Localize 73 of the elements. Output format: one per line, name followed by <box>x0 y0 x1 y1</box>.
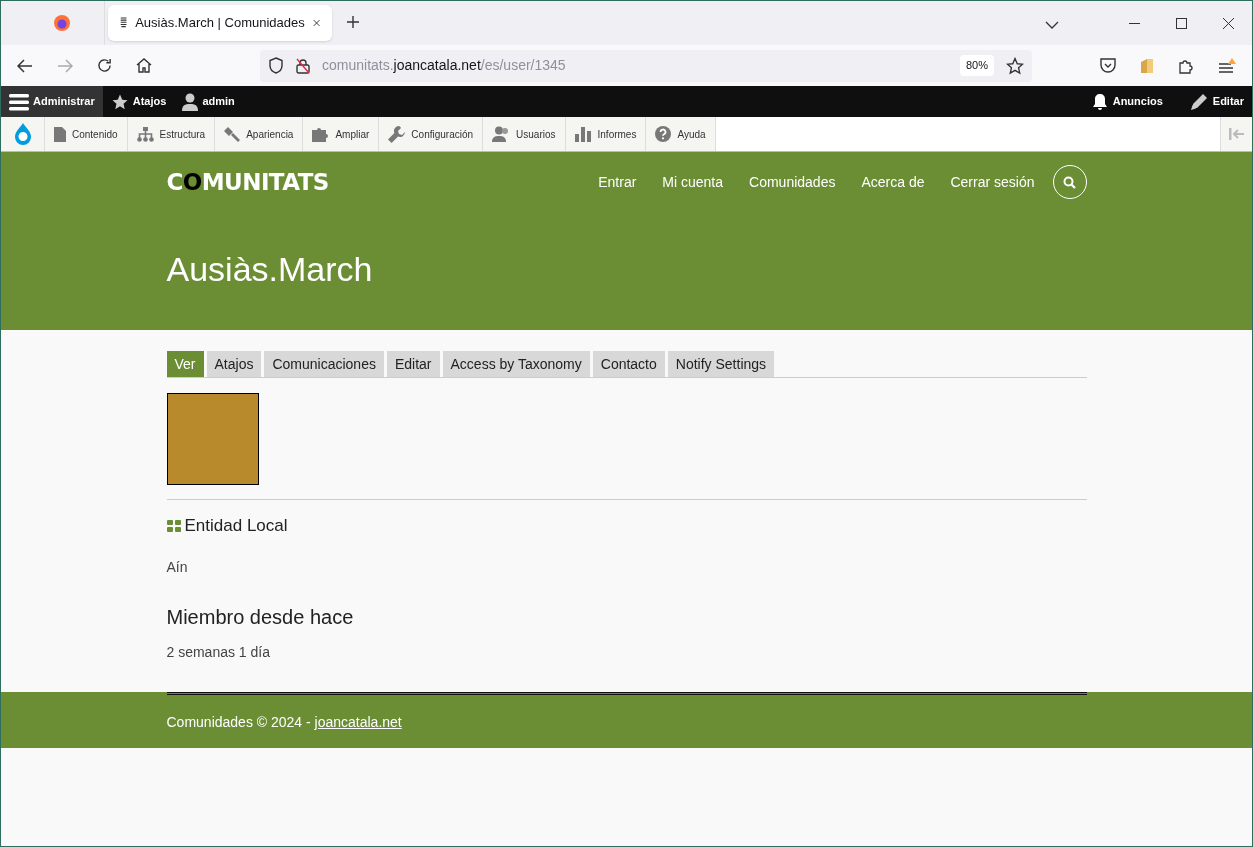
admin-menu-item[interactable]: Contenido <box>45 117 128 151</box>
url-text: comunitats.joancatala.net/es/user/1345 <box>322 56 567 75</box>
toolbar-label: Atajos <box>132 94 167 110</box>
field-value: 2 semanas 1 día <box>166 642 271 662</box>
insecure-lock-icon[interactable] <box>296 57 310 74</box>
maximize-icon[interactable] <box>1176 18 1187 29</box>
nav-link[interactable]: Comunidades <box>749 171 836 193</box>
admin-menu-item[interactable]: Configuración <box>379 117 484 151</box>
hierarchy-icon <box>136 126 154 142</box>
zoom-level[interactable]: 80% <box>959 55 994 76</box>
field-value: Aín <box>166 557 189 577</box>
toolbar-label: Administrar <box>33 94 95 110</box>
help-icon <box>655 126 672 142</box>
tab[interactable]: Editar <box>386 351 440 377</box>
admin-toolbar-item[interactable]: Anuncios <box>1084 86 1171 117</box>
grid-icon <box>166 519 181 532</box>
admin-toolbar-item[interactable]: Atajos <box>102 86 175 117</box>
brush-icon <box>224 126 241 142</box>
tab[interactable]: Access by Taxonomy <box>442 351 590 377</box>
admin-menu-item[interactable]: Informes <box>565 117 647 151</box>
tab[interactable]: Ver <box>166 351 204 377</box>
menu-icon[interactable] <box>1218 57 1236 74</box>
bell-icon <box>1092 93 1107 110</box>
nav-link[interactable]: Mi cuenta <box>662 171 724 193</box>
users-icon <box>492 126 511 142</box>
page-favicon <box>120 16 128 30</box>
pencil-icon <box>1190 93 1207 110</box>
admin-toolbar-item[interactable]: Editar <box>1182 86 1252 117</box>
field-label: Entidad Local <box>184 515 288 537</box>
admin-toolbar-item[interactable]: Administrar <box>1 86 103 117</box>
wrench-icon <box>388 125 406 143</box>
close-icon[interactable] <box>1223 18 1234 29</box>
star-icon[interactable] <box>1006 56 1024 75</box>
toolbar-label: Anuncios <box>1112 94 1163 110</box>
bar-chart-icon <box>574 126 592 142</box>
file-icon <box>54 126 66 142</box>
chevron-down-icon[interactable] <box>1045 21 1059 29</box>
nav-link[interactable]: Entrar <box>598 171 637 193</box>
puzzle-icon <box>312 126 330 142</box>
admin-menu-item[interactable]: Ampliar <box>303 117 380 151</box>
field-label: Miembro desde hace <box>166 604 354 630</box>
browser-logo-icon[interactable] <box>53 15 70 31</box>
shield-icon[interactable] <box>268 57 284 74</box>
admin-toolbar-item[interactable]: admin <box>174 86 243 117</box>
extensions-icon[interactable] <box>1178 57 1194 74</box>
admin-menu-item[interactable]: Apariencia <box>215 117 304 151</box>
pocket-icon[interactable] <box>1100 58 1116 73</box>
tab[interactable]: Comunicaciones <box>264 351 384 377</box>
home-icon[interactable] <box>136 58 152 73</box>
nav-link[interactable]: Cerrar sesión <box>950 171 1035 193</box>
toolbar-label: Editar <box>1212 94 1244 110</box>
tab[interactable]: Atajos <box>206 351 262 377</box>
footer-text: Comunidades © 2024 - joancatala.net <box>166 714 402 730</box>
site-logo[interactable]: COMUNITATS <box>166 164 329 200</box>
page-title: Ausiàs.March <box>166 249 374 290</box>
nav-link[interactable]: Acerca de <box>861 171 925 193</box>
admin-menu-item[interactable]: Usuarios <box>483 117 566 151</box>
user-icon <box>182 92 199 111</box>
tab[interactable]: Notify Settings <box>667 351 775 377</box>
address-bar[interactable]: comunitats.joancatala.net/es/user/1345 80% <box>260 49 1032 82</box>
tab-title: Ausiàs.March | Comunidades <box>135 14 305 33</box>
admin-menu-item[interactable]: Estructura <box>127 117 216 151</box>
menu-icon <box>9 92 29 111</box>
toolbar-label: admin <box>202 94 235 110</box>
back-icon[interactable] <box>17 58 33 73</box>
reload-icon[interactable] <box>97 58 112 73</box>
drop-logo-icon[interactable] <box>12 122 33 146</box>
browser-tab[interactable]: Ausiàs.March | Comunidades <box>108 5 332 41</box>
tab[interactable]: Contacto <box>592 351 665 377</box>
new-tab-icon[interactable] <box>346 15 360 29</box>
footer-link[interactable]: joancatala.net <box>314 714 402 730</box>
search-icon <box>1063 175 1076 189</box>
admin-menu-item[interactable]: Ayuda <box>646 117 716 151</box>
